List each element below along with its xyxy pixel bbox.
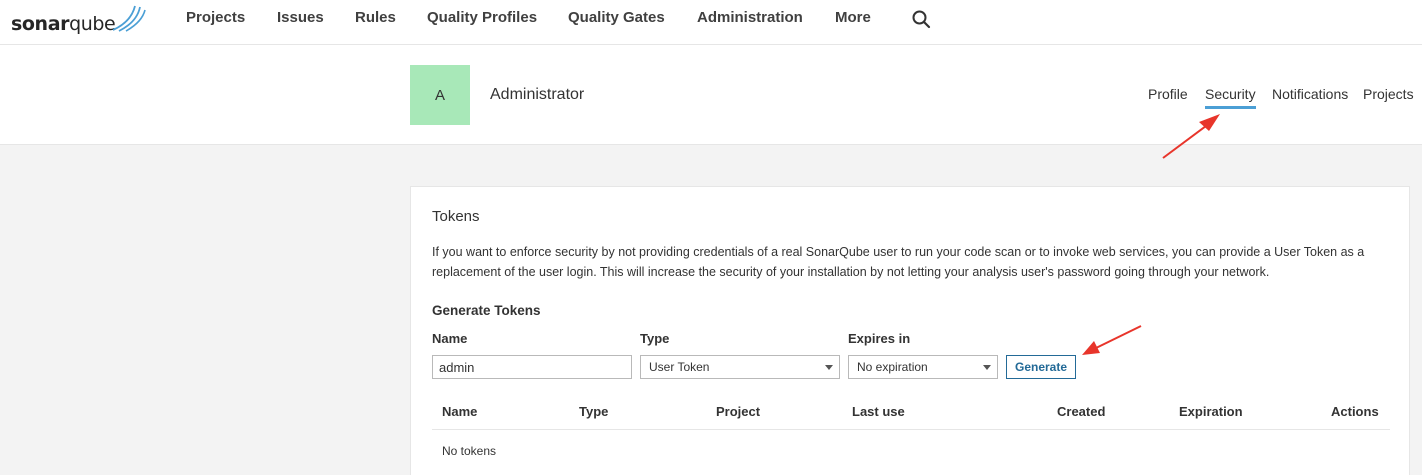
tab-projects[interactable]: Projects <box>1363 86 1414 102</box>
tokens-title: Tokens <box>432 208 480 225</box>
search-icon[interactable] <box>911 9 931 29</box>
token-type-value: User Token <box>649 360 710 374</box>
nav-quality-gates[interactable]: Quality Gates <box>568 9 665 26</box>
nav-projects[interactable]: Projects <box>186 9 245 26</box>
tab-profile[interactable]: Profile <box>1148 86 1188 102</box>
type-label: Type <box>640 331 670 346</box>
column-actions: Actions <box>1331 404 1379 419</box>
nav-issues[interactable]: Issues <box>277 9 324 26</box>
column-created: Created <box>1057 404 1106 419</box>
tab-security[interactable]: Security <box>1205 86 1256 109</box>
name-label: Name <box>432 331 468 346</box>
logo-prefix: sonar <box>11 13 70 35</box>
sonarqube-logo[interactable]: sonarqube <box>11 4 146 38</box>
expiration-select[interactable]: No expiration <box>848 355 998 379</box>
nav-quality-profiles[interactable]: Quality Profiles <box>427 9 537 26</box>
chevron-down-icon <box>825 365 833 370</box>
token-type-select[interactable]: User Token <box>640 355 840 379</box>
column-project: Project <box>716 404 761 419</box>
avatar: A <box>410 65 470 125</box>
column-expiration: Expiration <box>1179 404 1243 419</box>
account-name: Administrator <box>490 86 585 103</box>
column-last-use: Last use <box>852 404 905 419</box>
table-header-divider <box>432 429 1390 430</box>
logo-waves-icon <box>112 5 146 32</box>
column-type: Type <box>579 404 609 419</box>
generate-button[interactable]: Generate <box>1006 355 1076 379</box>
top-navbar: sonarqube Projects Issues Rules Quality … <box>0 0 1422 45</box>
expiration-value: No expiration <box>857 360 928 374</box>
expires-label: Expires in <box>848 331 911 346</box>
account-header: A Administrator Profile Security Notific… <box>0 45 1422 145</box>
chevron-down-icon <box>983 365 991 370</box>
generate-tokens-title: Generate Tokens <box>432 303 541 318</box>
tab-notifications[interactable]: Notifications <box>1272 86 1348 102</box>
nav-administration[interactable]: Administration <box>697 9 803 26</box>
tokens-panel: Tokens If you want to enforce security b… <box>410 186 1410 475</box>
tokens-description: If you want to enforce security by not p… <box>432 245 1365 279</box>
column-name: Name <box>442 404 478 419</box>
token-name-input[interactable] <box>432 355 632 379</box>
nav-rules[interactable]: Rules <box>355 9 396 26</box>
no-tokens-message: No tokens <box>442 444 497 458</box>
nav-more[interactable]: More <box>835 9 871 26</box>
